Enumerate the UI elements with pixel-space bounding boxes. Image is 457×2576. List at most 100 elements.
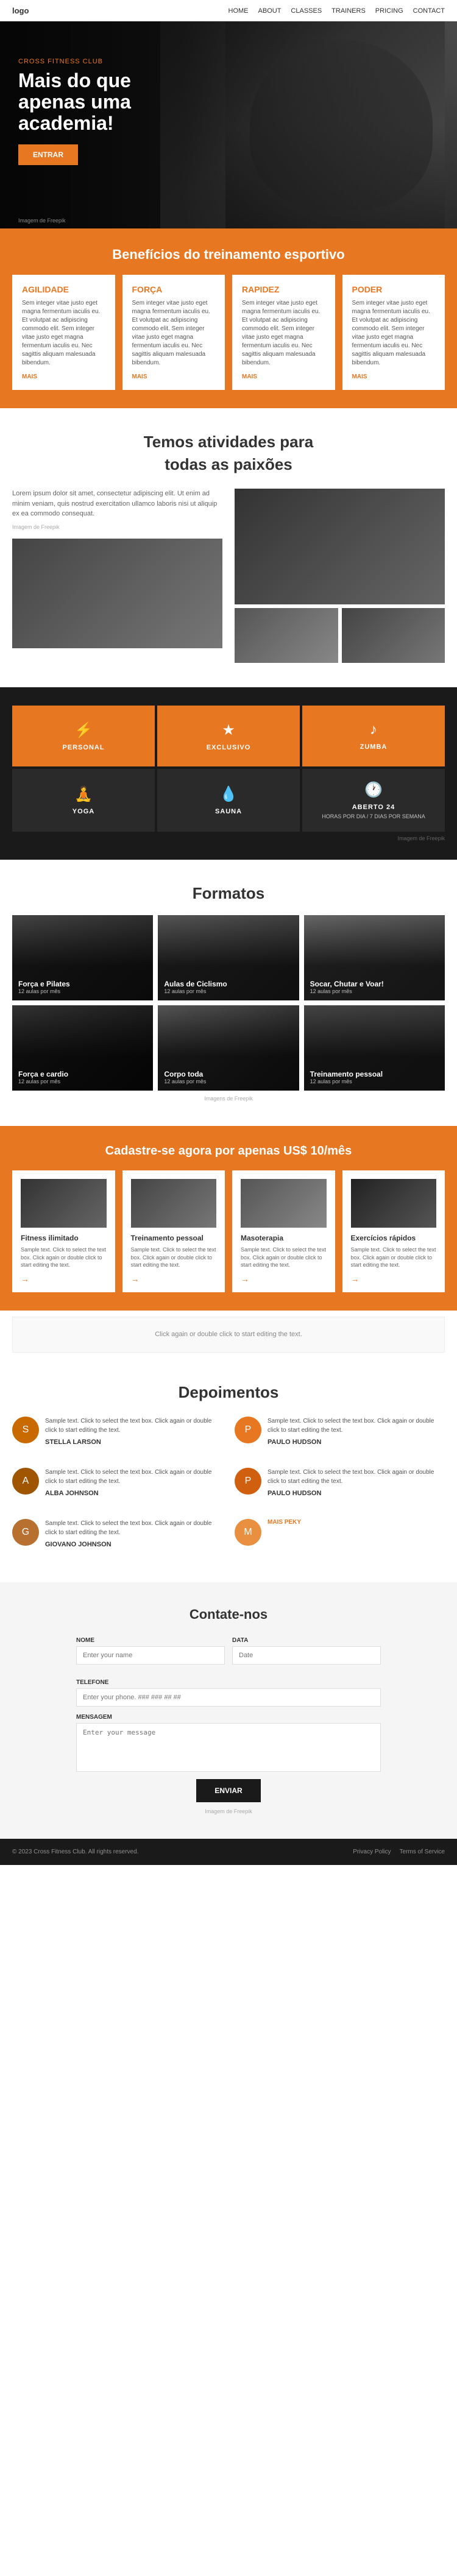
nav-pricing[interactable]: PRICING (375, 7, 403, 15)
sub-card-img-3 (351, 1179, 437, 1228)
exclusivo-icon: ★ (222, 721, 235, 739)
sub-card-link-0[interactable]: → (21, 1274, 107, 1284)
message-input[interactable] (76, 1723, 381, 1772)
format-text-4: 12 aulas por mês (164, 1078, 292, 1085)
activities-section: Temos atividades para todas as paixões L… (0, 408, 457, 687)
testimonial-text-2: Sample text. Click to select the text bo… (45, 1468, 222, 1486)
testimonial-item-4: G Sample text. Click to select the text … (12, 1519, 222, 1548)
benefit-link-2[interactable]: MAIS (242, 373, 325, 380)
name-label: Nome (76, 1637, 225, 1644)
phone-input[interactable] (76, 1688, 381, 1707)
sub-card-text-2: Sample text. Click to select the text bo… (241, 1246, 327, 1269)
message-label: Mensagem (76, 1714, 381, 1721)
clock-icon: 🕐 (364, 781, 383, 799)
activities-main-image (12, 539, 222, 648)
nav-classes[interactable]: CLASSES (291, 7, 322, 15)
format-card-4[interactable]: Corpo toda 12 aulas por mês (158, 1005, 299, 1091)
benefits-title: Benefícios do treinamento esportivo (12, 247, 445, 263)
banner-sauna: 💧 SAUNA (157, 769, 300, 832)
aberto-sub: HORAS POR DIA / 7 DIAS POR SEMANA (322, 813, 425, 819)
activities-content: Lorem ipsum dolor sit amet, consectetur … (12, 489, 445, 663)
banner-exclusivo: ★ EXCLUSIVO (157, 706, 300, 766)
format-title-2: Socar, Chutar e Voar! (310, 980, 439, 988)
dark-banner-credit: Imagem de Freepik (12, 835, 445, 841)
dark-banner-section: ⚡ PERSONAL ★ EXCLUSIVO ♪ ZUMBA 🧘 YOGA 💧 … (0, 687, 457, 860)
sub-card-link-2[interactable]: → (241, 1274, 327, 1284)
zumba-label: ZUMBA (360, 743, 388, 751)
benefit-title-3: Poder (352, 285, 436, 294)
hero-image-credit: Imagem de Freepik (18, 218, 66, 224)
testimonial-item-0: S Sample text. Click to select the text … (12, 1417, 222, 1446)
more-link-5[interactable]: MAIS PEKY (267, 1519, 445, 1526)
phone-label: Telefone (76, 1679, 381, 1686)
click-again-info-box[interactable]: Click again or double click to start edi… (12, 1317, 445, 1353)
sub-card-link-1[interactable]: → (131, 1274, 217, 1284)
benefit-link-3[interactable]: MAIS (352, 373, 436, 380)
hero-title: Mais do que apenas uma academia! (18, 70, 201, 135)
sub-card-img-1 (131, 1179, 217, 1228)
formats-section: Formatos Força e Pilates 12 aulas por mê… (0, 860, 457, 1126)
testimonials-section: Depoimentos S Sample text. Click to sele… (0, 1359, 457, 1582)
banner-aberto: 🕐 ABERTO 24 HORAS POR DIA / 7 DIAS POR S… (302, 769, 445, 832)
aberto-label: ABERTO 24 (352, 804, 395, 811)
sub-card-2: Masoterapia Sample text. Click to select… (232, 1170, 335, 1292)
testimonial-name-2: ALBA JOHNSON (45, 1490, 222, 1497)
date-input[interactable] (232, 1646, 381, 1665)
sub-card-link-3[interactable]: → (351, 1274, 437, 1284)
formats-title: Formatos (12, 884, 445, 903)
nav-trainers[interactable]: TRAINERS (331, 7, 366, 15)
testimonial-avatar-3: P (235, 1468, 261, 1495)
benefit-card-0: Agilidade Sem integer vitae justo eget m… (12, 275, 115, 390)
format-card-0[interactable]: Força e Pilates 12 aulas por mês (12, 915, 153, 1000)
testimonial-avatar-0: S (12, 1417, 39, 1443)
format-card-1[interactable]: Aulas de Ciclismo 12 aulas por mês (158, 915, 299, 1000)
sub-card-text-3: Sample text. Click to select the text bo… (351, 1246, 437, 1269)
sauna-icon: 💧 (219, 785, 238, 803)
benefit-card-1: Força Sem integer vitae justo eget magna… (122, 275, 225, 390)
benefits-grid: Agilidade Sem integer vitae justo eget m… (12, 275, 445, 390)
footer-privacy[interactable]: Privacy Policy (353, 1849, 391, 1855)
testimonial-text-1: Sample text. Click to select the text bo… (267, 1417, 445, 1435)
testimonial-name-1: PAULO HUDSON (267, 1438, 445, 1446)
benefit-text-1: Sem integer vitae justo eget magna ferme… (132, 299, 216, 367)
dark-banner-top-row: ⚡ PERSONAL ★ EXCLUSIVO ♪ ZUMBA (12, 706, 445, 766)
benefit-title-2: Rapidez (242, 285, 325, 294)
form-group-date: Data (232, 1637, 381, 1665)
format-card-2[interactable]: Socar, Chutar e Voar! 12 aulas por mês (304, 915, 445, 1000)
footer-terms[interactable]: Terms of Service (400, 1849, 445, 1855)
nav-contact[interactable]: CONTACT (413, 7, 445, 15)
testimonial-avatar-4: G (12, 1519, 39, 1546)
nav-about[interactable]: ABOUT (258, 7, 282, 15)
format-card-5[interactable]: Treinamento pessoal 12 aulas por mês (304, 1005, 445, 1091)
testimonial-body-4: Sample text. Click to select the text bo… (45, 1519, 222, 1548)
benefit-link-1[interactable]: MAIS (132, 373, 216, 380)
footer: © 2023 Cross Fitness Club. All rights re… (0, 1839, 457, 1865)
zumba-icon: ♪ (370, 721, 377, 738)
sub-card-0: Fitness ilimitado Sample text. Click to … (12, 1170, 115, 1292)
nav-home[interactable]: HOME (228, 7, 249, 15)
submit-button[interactable]: ENVIAR (196, 1779, 260, 1802)
activities-description: Lorem ipsum dolor sit amet, consectetur … (12, 489, 222, 519)
personal-icon: ⚡ (74, 721, 93, 739)
testimonial-body-3: Sample text. Click to select the text bo… (267, 1468, 445, 1497)
contact-form: Nome Data Telefone Mensagem ENVIAR (76, 1637, 381, 1802)
format-text-1: 12 aulas por mês (164, 988, 292, 994)
hero-cta-button[interactable]: Entrar (18, 144, 78, 165)
banner-yoga: 🧘 YOGA (12, 769, 155, 832)
format-card-3[interactable]: Força e cardio 12 aulas por mês (12, 1005, 153, 1091)
sub-card-title-3: Exercícios rápidos (351, 1234, 437, 1242)
click-info-wrapper: Click again or double click to start edi… (0, 1311, 457, 1359)
sauna-label: SAUNA (215, 808, 242, 815)
name-input[interactable] (76, 1646, 225, 1665)
contact-section: Contate-nos Nome Data Telefone Mensagem … (0, 1582, 457, 1839)
contact-title: Contate-nos (12, 1607, 445, 1622)
yoga-label: YOGA (73, 808, 94, 815)
footer-copyright: © 2023 Cross Fitness Club. All rights re… (12, 1849, 138, 1855)
date-label: Data (232, 1637, 381, 1644)
testimonial-text-3: Sample text. Click to select the text bo… (267, 1468, 445, 1486)
benefit-link-0[interactable]: MAIS (22, 373, 105, 380)
sub-card-img-2 (241, 1179, 327, 1228)
testimonial-item-5: M MAIS PEKY (235, 1519, 445, 1548)
activities-small-images (235, 608, 445, 663)
banner-personal: ⚡ PERSONAL (12, 706, 155, 766)
